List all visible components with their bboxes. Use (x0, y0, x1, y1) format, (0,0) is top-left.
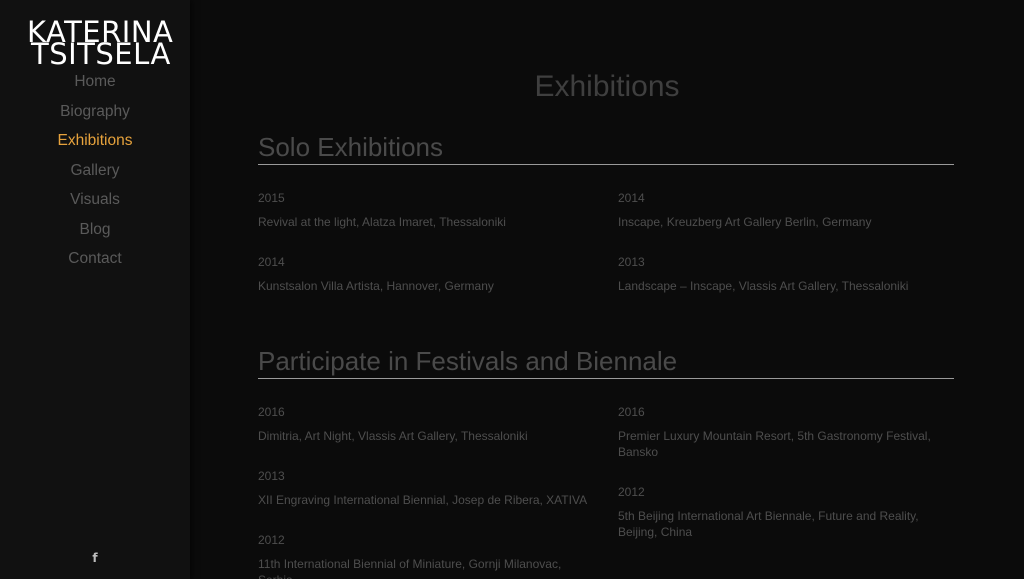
entry-text: XII Engraving International Biennial, Jo… (258, 493, 588, 507)
solo-entry: 2013 Landscape – Inscape, Vlassis Art Ga… (618, 255, 958, 294)
festival-entry: 2012 11th International Biennial of Mini… (258, 533, 588, 579)
entry-year: 2012 (618, 485, 645, 499)
nav-item-biography[interactable]: Biography (0, 100, 190, 130)
section-title-solo: Solo Exhibitions (258, 132, 954, 165)
nav-item-visuals[interactable]: Visuals (0, 188, 190, 218)
entry-text: Landscape – Inscape, Vlassis Art Gallery… (618, 279, 909, 293)
entry-text: Inscape, Kreuzberg Art Gallery Berlin, G… (618, 215, 872, 229)
entry-text: Revival at the light, Alatza Imaret, The… (258, 215, 506, 229)
entry-year: 2013 (258, 469, 285, 483)
entry-text: 5th Beijing International Art Biennale, … (618, 509, 919, 539)
nav-item-blog[interactable]: Blog (0, 218, 190, 248)
nav-item-gallery[interactable]: Gallery (0, 159, 190, 189)
entry-year: 2016 (618, 405, 645, 419)
entry-text: 11th International Biennial of Miniature… (258, 557, 562, 579)
nav-item-home[interactable]: Home (0, 70, 190, 100)
site-logo[interactable]: KATERINA TSITSELA (27, 18, 173, 71)
sidebar: KATERINA TSITSELA Home Biography Exhibit… (0, 0, 190, 579)
entry-year: 2014 (618, 191, 645, 205)
facebook-icon[interactable]: f (89, 551, 101, 567)
main-nav: Home Biography Exhibitions Gallery Visua… (0, 70, 190, 277)
main-content: Exhibitions Solo Exhibitions 2015 Reviva… (190, 0, 1024, 579)
festival-entry: 2016 Premier Luxury Mountain Resort, 5th… (618, 405, 938, 460)
entry-text: Premier Luxury Mountain Resort, 5th Gast… (618, 429, 931, 459)
festival-entry: 2013 XII Engraving International Biennia… (258, 469, 598, 508)
entry-year: 2012 (258, 533, 285, 547)
entry-text: Dimitria, Art Night, Vlassis Art Gallery… (258, 429, 528, 443)
solo-entry: 2014 Inscape, Kreuzberg Art Gallery Berl… (618, 191, 958, 230)
solo-entry: 2014 Kunstsalon Villa Artista, Hannover,… (258, 255, 598, 294)
nav-item-exhibitions[interactable]: Exhibitions (0, 129, 190, 159)
entry-year: 2013 (618, 255, 645, 269)
page-title: Exhibitions (534, 70, 680, 103)
entry-year: 2015 (258, 191, 285, 205)
nav-item-contact[interactable]: Contact (0, 247, 190, 277)
logo-line-2: TSITSELA (31, 37, 171, 71)
festival-entry: 2012 5th Beijing International Art Bienn… (618, 485, 938, 540)
entry-year: 2016 (258, 405, 285, 419)
festival-entry: 2016 Dimitria, Art Night, Vlassis Art Ga… (258, 405, 598, 444)
entry-year: 2014 (258, 255, 285, 269)
section-title-festivals: Participate in Festivals and Biennale (258, 346, 954, 379)
solo-entry: 2015 Revival at the light, Alatza Imaret… (258, 191, 598, 230)
entry-text: Kunstsalon Villa Artista, Hannover, Germ… (258, 279, 494, 293)
